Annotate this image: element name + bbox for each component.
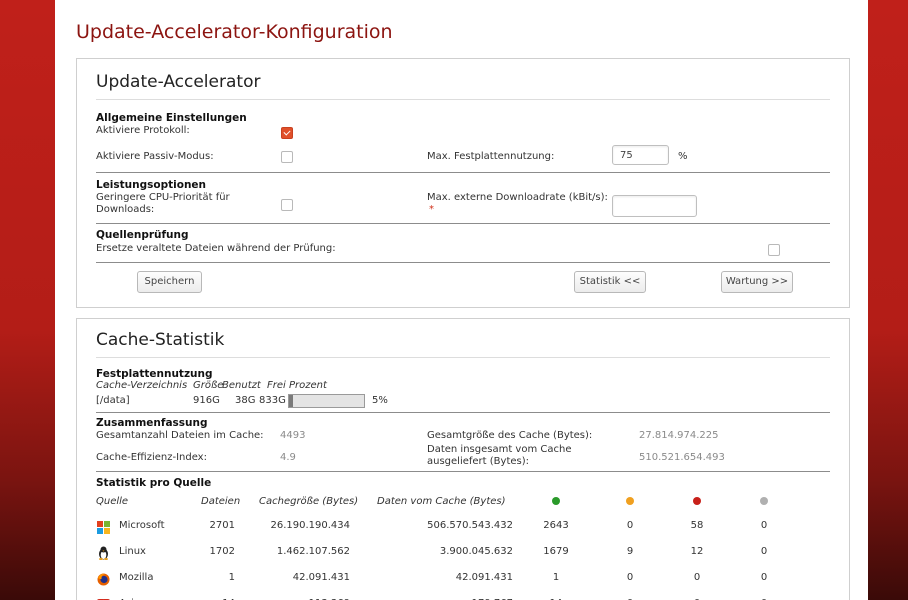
cpu-priority-label-1: Geringere CPU-Priorität für [96, 192, 230, 203]
cpu-priority-checkbox[interactable] [281, 199, 293, 211]
col-used: Benutzt [222, 380, 261, 391]
col-size: Größe [193, 380, 224, 391]
disk-usage-fill [289, 395, 293, 407]
total-files-label: Gesamtanzahl Dateien im Cache: [96, 430, 264, 441]
cpu-priority-label-2: Downloads: [96, 204, 155, 215]
cell-s3: 58 [690, 520, 704, 531]
delivered-label-2: ausgeliefert (Bytes): [427, 456, 530, 467]
col-percent: Prozent [289, 380, 327, 391]
summary-heading: Zusammenfassung [96, 417, 208, 429]
general-settings-heading: Allgemeine Einstellungen [96, 112, 247, 124]
status-unknown-icon [760, 497, 768, 505]
statistics-button[interactable]: Statistik << [574, 271, 646, 293]
disk-dir: [/data] [96, 395, 130, 406]
status-ok-icon [552, 497, 560, 505]
cell-s1: 2643 [543, 520, 569, 531]
cell-source: Linux [119, 546, 146, 557]
cell-files: 2701 [209, 520, 235, 531]
col-free: Frei [267, 380, 286, 391]
save-button[interactable]: Speichern [137, 271, 202, 293]
cell-cache-size: 1.462.107.562 [276, 546, 350, 557]
cell-s2: 0 [626, 572, 634, 583]
total-size-label: Gesamtgröße des Cache (Bytes): [427, 430, 593, 441]
cell-data-from-cache: 506.570.543.432 [427, 520, 513, 531]
status-error-icon [693, 497, 701, 505]
cell-files: 1 [228, 572, 235, 583]
maintenance-button[interactable]: Wartung >> [721, 271, 793, 293]
cell-s4: 0 [760, 572, 768, 583]
windows-icon [97, 519, 110, 534]
cell-cache-size: 26.190.190.434 [270, 520, 350, 531]
per-source-heading: Statistik pro Quelle [96, 477, 212, 489]
col-cache-dir: Cache-Verzeichnis [96, 380, 188, 391]
cell-s2: 9 [626, 546, 634, 557]
total-files-value: 4493 [280, 430, 306, 441]
max-disk-label: Max. Festplattennutzung: [427, 151, 555, 162]
main-content: Update-Accelerator-Konfiguration Update-… [55, 0, 868, 600]
cell-s3: 0 [693, 572, 701, 583]
cell-source: Microsoft [119, 520, 165, 531]
cell-data-from-cache: 42.091.431 [455, 572, 513, 583]
cell-s4: 0 [760, 520, 768, 531]
max-disk-input[interactable]: 75 [612, 145, 669, 165]
delivered-value: 510.521.654.493 [639, 452, 725, 463]
performance-heading: Leistungsoptionen [96, 179, 207, 191]
disk-usage-heading: Festplattennutzung [96, 368, 213, 380]
page-title: Update-Accelerator-Konfiguration [76, 21, 393, 43]
disk-used: 38G [235, 395, 256, 406]
tux-icon [97, 545, 110, 560]
disk-size: 916G [193, 395, 220, 406]
status-warning-icon [626, 497, 634, 505]
disk-percent: 5% [372, 395, 388, 406]
replace-outdated-label: Ersetze veraltete Dateien während der Pr… [96, 243, 336, 254]
percent-unit: % [678, 151, 688, 162]
cell-cache-size: 42.091.431 [292, 572, 350, 583]
required-mark: * [429, 204, 434, 215]
activate-log-checkbox[interactable] [281, 127, 293, 139]
cell-s2: 0 [626, 520, 634, 531]
disk-free: 833G [259, 395, 286, 406]
cell-s1: 1679 [543, 546, 569, 557]
firefox-icon [97, 571, 110, 586]
col-cache-size: Cachegröße (Bytes) [259, 496, 359, 507]
cell-s3: 12 [690, 546, 704, 557]
total-size-value: 27.814.974.225 [639, 430, 719, 441]
cache-statistics-panel: Cache-Statistik Festplattennutzung Cache… [76, 318, 850, 600]
panel-title-config: Update-Accelerator [96, 72, 261, 92]
max-download-input[interactable] [612, 195, 697, 217]
col-files: Dateien [201, 496, 241, 507]
activate-log-label: Aktiviere Protokoll: [96, 125, 190, 136]
col-data-from-cache: Daten vom Cache (Bytes) [377, 496, 506, 507]
cell-source: Mozilla [119, 572, 154, 583]
panel-title-stats: Cache-Statistik [96, 330, 225, 350]
efficiency-value: 4.9 [280, 452, 296, 463]
cell-s1: 1 [552, 572, 560, 583]
update-accelerator-panel: Update-Accelerator Allgemeine Einstellun… [76, 58, 850, 308]
delivered-label-1: Daten insgesamt vom Cache [427, 444, 572, 455]
max-download-label: Max. externe Downloadrate (kBit/s): [427, 192, 608, 203]
disk-usage-bar [288, 394, 365, 408]
col-source: Quelle [96, 496, 129, 507]
activate-passive-label: Aktiviere Passiv-Modus: [96, 151, 214, 162]
cell-files: 1702 [209, 546, 235, 557]
replace-outdated-checkbox[interactable] [768, 244, 780, 256]
activate-passive-checkbox[interactable] [281, 151, 293, 163]
cell-data-from-cache: 3.900.045.632 [439, 546, 513, 557]
cell-s4: 0 [760, 546, 768, 557]
source-check-heading: Quellenprüfung [96, 229, 189, 241]
efficiency-label: Cache-Effizienz-Index: [96, 452, 207, 463]
